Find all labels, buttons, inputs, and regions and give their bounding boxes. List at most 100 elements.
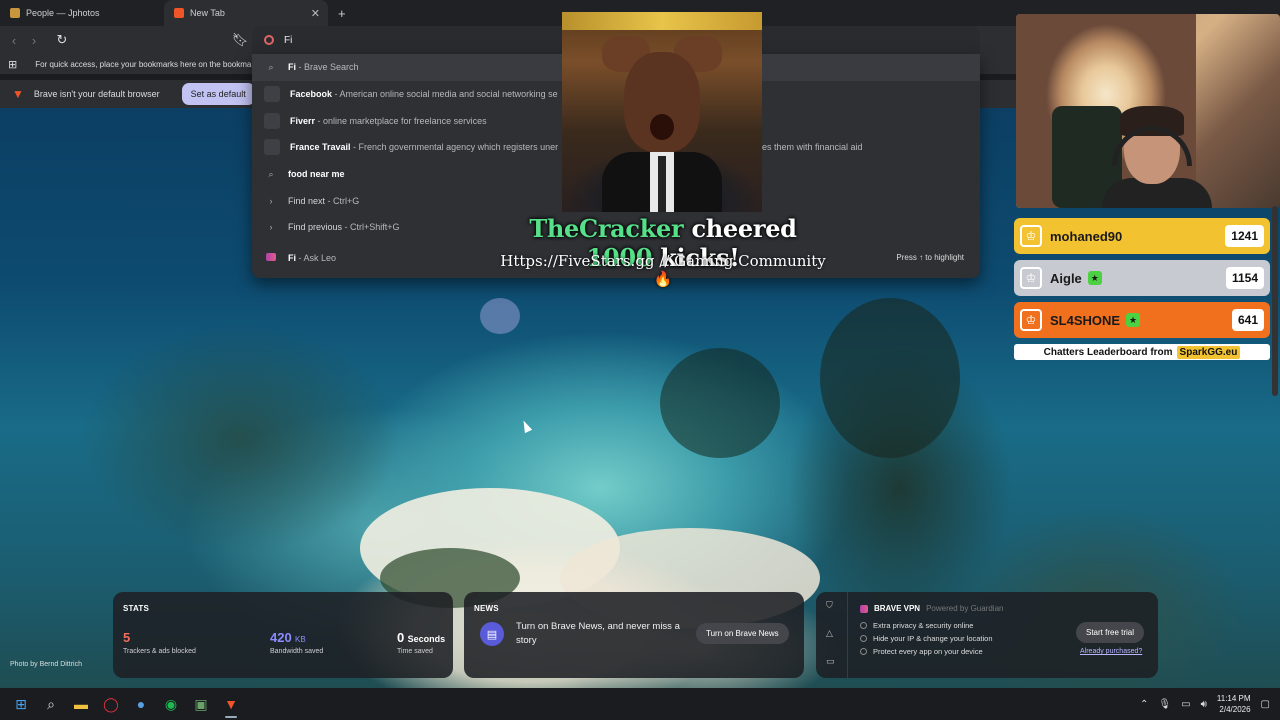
shield-icon[interactable]: ⛉ xyxy=(826,600,833,611)
search-icon[interactable]: ⌕ xyxy=(36,688,66,720)
check-icon xyxy=(860,648,867,655)
chevron-up-icon[interactable]: ⌃ xyxy=(1140,699,1148,710)
leaderboard-row: ♔ Aigle ★ 1154 xyxy=(1014,260,1270,296)
windows-start-icon[interactable]: ⊞ xyxy=(6,688,36,720)
leaderboard-brand: SparkGG.eu xyxy=(1176,345,1241,359)
suggestion-desc: - online marketplace for freelance servi… xyxy=(315,115,487,126)
alert-mid: cheered xyxy=(683,214,797,243)
time-unit: Seconds xyxy=(407,634,446,644)
time-stat: 0 Seconds Time saved xyxy=(397,630,445,655)
crown-icon: ♔ xyxy=(1020,309,1042,331)
site-favicon-icon xyxy=(10,8,20,18)
already-purchased-link[interactable]: Already purchased? xyxy=(1080,648,1142,655)
brave-shields-icon[interactable] xyxy=(264,35,274,45)
trackers-stat: 5 Trackers & ads blocked xyxy=(123,630,196,655)
tab-new-tab[interactable]: New Tab ✕ xyxy=(164,0,328,26)
leaderboard-name: SL4SHONE xyxy=(1050,312,1121,328)
app-icon[interactable]: ● xyxy=(126,688,156,720)
suggestion-title: France Travail xyxy=(290,142,351,153)
suggestion-desc: - French governmental agency which regis… xyxy=(350,142,559,153)
check-icon xyxy=(860,635,867,642)
leaderboard-score: 1154 xyxy=(1225,267,1264,289)
chevron-right-icon: › xyxy=(269,195,273,206)
photo-credit[interactable]: Photo by Bernd Dittrich xyxy=(10,661,82,668)
star-badge-icon: ★ xyxy=(1087,271,1102,285)
back-icon[interactable]: ‹ xyxy=(4,33,24,48)
turn-on-news-button[interactable]: Turn on Brave News xyxy=(696,623,789,644)
alert-user: TheCracker xyxy=(529,214,684,243)
volume-icon[interactable]: 🔊︎ xyxy=(1201,699,1207,710)
leaderboard-row: ♔ SL4SHONE ★ 641 xyxy=(1014,302,1270,338)
bandwidth-value: 420 xyxy=(270,630,292,645)
network-icon[interactable]: ▭ xyxy=(1181,699,1190,710)
vpn-icon[interactable]: △ xyxy=(826,628,833,639)
apps-grid-icon[interactable]: ⊞ xyxy=(8,58,17,71)
vpn-feature-text: Hide your IP & change your location xyxy=(873,634,993,643)
app-icon-2[interactable]: ▣ xyxy=(186,688,216,720)
suggestion-title: Facebook xyxy=(290,89,333,100)
close-icon[interactable]: ✕ xyxy=(311,7,320,20)
widget-side-nav: ⛉ △ ▭ xyxy=(816,592,848,678)
alert-gif-image xyxy=(562,12,762,212)
chevron-right-icon: › xyxy=(269,222,273,233)
leaderboard-name: Aigle xyxy=(1050,270,1082,286)
suggestion-title: Fi xyxy=(288,252,296,263)
bookmarks-hint: For quick access, place your bookmarks h… xyxy=(35,59,252,69)
suggestion-desc: - American online social media and socia… xyxy=(332,89,558,100)
spotify-icon[interactable]: ◉ xyxy=(156,688,186,720)
opera-icon[interactable]: ◯ xyxy=(96,688,126,720)
leaderboard-score: 1241 xyxy=(1225,225,1264,247)
file-explorer-icon[interactable]: ▬ xyxy=(66,688,96,720)
leaderboard-row: ♔ mohaned90 1241 xyxy=(1014,218,1270,254)
microphone-icon[interactable]: 🎙︎ xyxy=(1158,699,1171,710)
chatters-leaderboard: ♔ mohaned90 1241 ♔ Aigle ★ 1154 ♔ SL4SHO… xyxy=(1014,218,1270,360)
tab-people[interactable]: People — Jphotos xyxy=(0,0,164,26)
brave-icon xyxy=(174,8,184,18)
boat-shape xyxy=(480,298,520,334)
forward-icon[interactable]: › xyxy=(24,33,44,48)
card-icon[interactable]: ▭ xyxy=(826,656,835,667)
stats-widget: STATS 5 Trackers & ads blocked 420 KB Ba… xyxy=(113,592,453,678)
brave-taskbar-icon[interactable]: ▼ xyxy=(216,688,246,720)
time-value: 0 xyxy=(397,630,405,645)
stats-title: STATS xyxy=(123,604,150,613)
scrollbar[interactable] xyxy=(1272,206,1278,396)
site-icon xyxy=(264,139,280,156)
clock[interactable]: 11:14 PM 2/4/2026 xyxy=(1217,693,1251,715)
trackers-value: 5 xyxy=(123,630,131,645)
vpn-logo-icon xyxy=(860,604,868,613)
suggestion-title: Find previous xyxy=(288,222,343,233)
alert-subtitle: Https://FiveStars.gg // Gaming Community… xyxy=(500,252,826,288)
leaderboard-name: mohaned90 xyxy=(1050,228,1123,244)
vpn-powered-by: Powered by Guardian xyxy=(926,604,1004,613)
set-as-default-button[interactable]: Set as default xyxy=(181,83,255,105)
notification-icon[interactable]: ▢ xyxy=(1261,699,1270,710)
search-icon: ⌕ xyxy=(268,61,274,72)
webcam-feed xyxy=(1016,14,1280,208)
news-widget: NEWS ▤ Turn on Brave News, and never mis… xyxy=(464,592,804,678)
new-tab-plus-icon[interactable]: + xyxy=(338,6,346,21)
time-label: Time saved xyxy=(397,648,433,655)
news-title: NEWS xyxy=(474,604,499,613)
vpn-feature-text: Protect every app on your device xyxy=(873,647,983,656)
address-input[interactable]: Fi xyxy=(284,35,292,46)
press-hint: Press ↑ to highlight xyxy=(896,253,964,263)
leaderboard-footer-text: Chatters Leaderboard from xyxy=(1043,346,1173,358)
leo-icon xyxy=(264,252,278,263)
news-text: Turn on Brave News, and never miss a sto… xyxy=(516,621,680,646)
reload-icon[interactable]: ↻ xyxy=(52,32,72,48)
brave-logo-icon: ▼ xyxy=(12,87,24,101)
start-free-trial-button[interactable]: Start free trial xyxy=(1076,622,1145,643)
system-tray: ⌃ 🎙︎ ▭ 🔊︎ 11:14 PM 2/4/2026 ▢ xyxy=(1140,688,1270,720)
trackers-label: Trackers & ads blocked xyxy=(123,648,196,655)
tab-label: New Tab xyxy=(190,8,225,18)
leaderboard-score: 641 xyxy=(1231,309,1264,331)
suggestion-desc: - Ctrl+Shift+G xyxy=(342,222,400,233)
clock-date: 2/4/2026 xyxy=(1219,705,1251,714)
bandwidth-label: Bandwidth saved xyxy=(270,648,324,655)
bookmark-icon[interactable]: 🔖︎ xyxy=(230,32,250,48)
site-icon xyxy=(264,86,280,103)
vpn-title: BRAVE VPN xyxy=(874,604,921,613)
star-badge-icon: ★ xyxy=(1126,313,1141,327)
vpn-feature: Hide your IP & change your location xyxy=(860,634,993,643)
